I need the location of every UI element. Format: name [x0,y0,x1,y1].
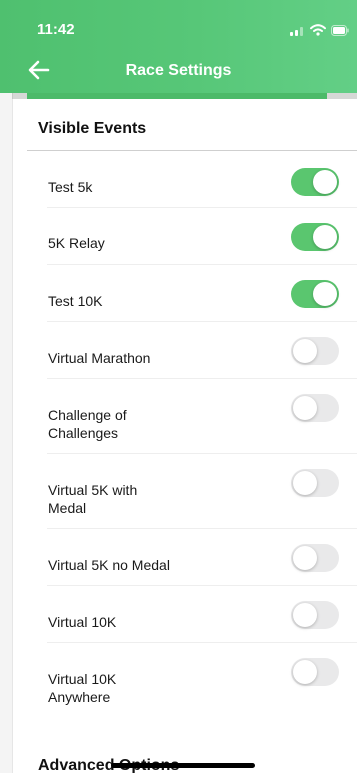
toggle-knob [293,660,317,684]
battery-icon [331,24,349,36]
event-row: Test 10K [27,265,357,322]
event-row: Virtual 10K Anywhere [27,643,357,718]
event-row: Challenge of Challenges [27,379,357,454]
signal-icon [290,26,303,36]
event-label: Virtual Marathon [48,350,151,366]
toggle-knob [313,282,337,306]
event-row: Test 5k [27,151,357,208]
toggle-knob [293,471,317,495]
event-row: Virtual 5K no Medal [27,529,357,586]
event-toggle[interactable] [291,601,339,629]
toggle-knob [293,546,317,570]
page-title: Race Settings [125,62,232,79]
event-label: Virtual 10K Anywhere [48,671,117,705]
event-toggle[interactable] [291,469,339,497]
event-toggle[interactable] [291,658,339,686]
status-icons [289,24,349,36]
event-toggle[interactable] [291,337,339,365]
toggle-knob [293,339,317,363]
status-time: 11:42 [37,21,75,38]
event-toggle[interactable] [291,544,339,572]
event-label: 5K Relay [48,235,105,251]
event-label: Virtual 5K no Medal [48,557,170,573]
visible-events-title: Visible Events [38,120,147,137]
event-label: Test 10K [48,293,103,309]
home-indicator[interactable] [111,763,255,768]
event-toggle[interactable] [291,223,339,251]
race-settings-screen: 11:42 Race Settings Visible Events Test … [0,0,357,773]
toggle-knob [293,603,317,627]
event-label: Test 5k [48,179,93,195]
toggle-knob [293,396,317,420]
event-row: Virtual Marathon [27,322,357,379]
toggle-knob [313,170,337,194]
toggle-knob [313,225,337,249]
wifi-icon [310,24,326,36]
app-header: 11:42 Race Settings [0,0,357,93]
event-toggle[interactable] [291,394,339,422]
gutter-divider [12,93,13,773]
event-row: Virtual 10K [27,586,357,643]
left-gutter [0,93,12,773]
event-toggle[interactable] [291,280,339,308]
event-row: Virtual 5K with Medal [27,454,357,529]
event-toggle[interactable] [291,168,339,196]
event-label: Challenge of Challenges [48,407,127,441]
event-row: 5K Relay [27,208,357,265]
event-label: Virtual 10K [48,614,117,630]
event-label: Virtual 5K with Medal [48,482,138,516]
